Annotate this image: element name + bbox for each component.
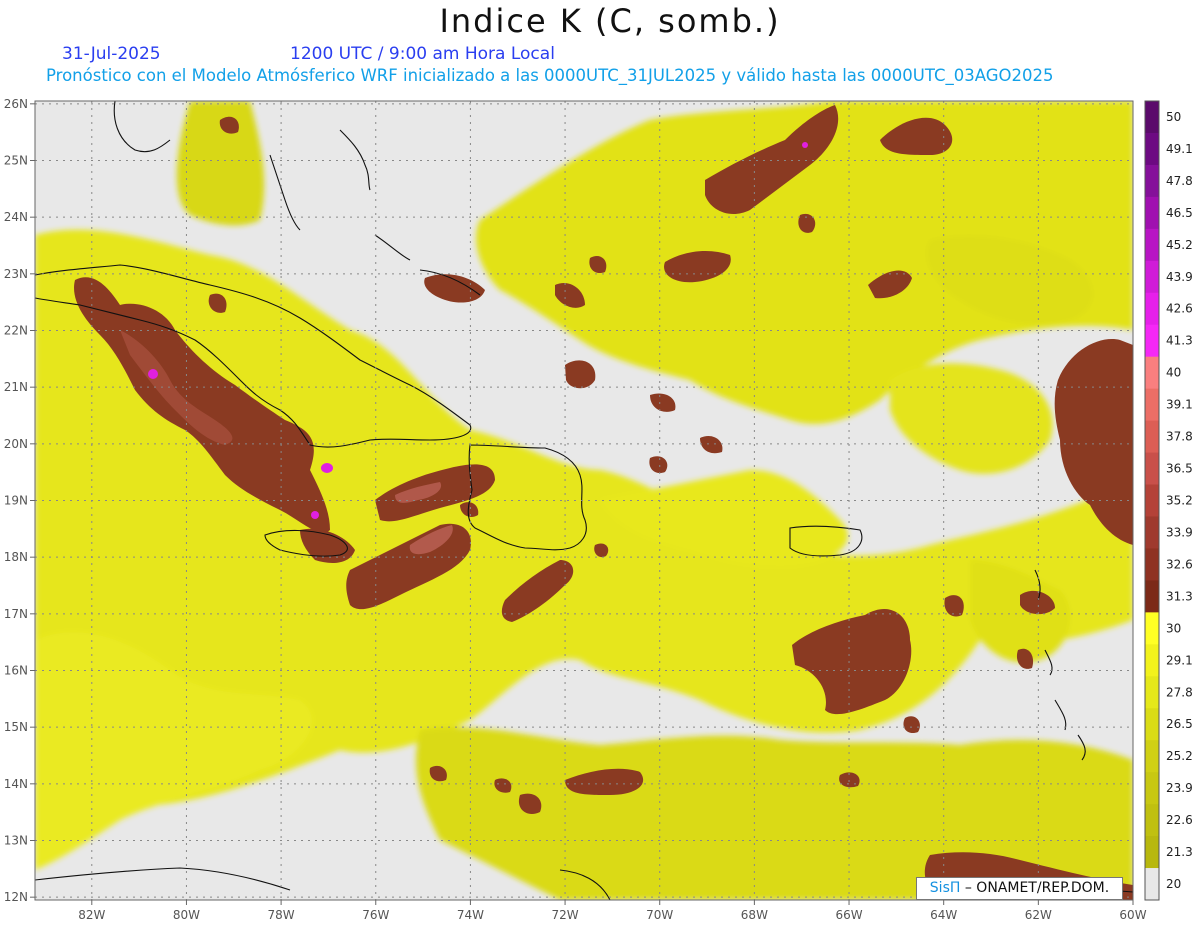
colorbar-label: 45.2	[1166, 238, 1193, 252]
colorbar-label: 33.9	[1166, 525, 1193, 539]
lat-label: 13N	[4, 834, 28, 848]
colorbar-label: 49.1	[1166, 142, 1193, 156]
lon-label: 60W	[1119, 908, 1146, 922]
colorbar-swatch	[1145, 484, 1159, 517]
colorbar-swatch	[1145, 164, 1159, 198]
lat-label: 18N	[4, 550, 28, 564]
colorbar-label: 40	[1166, 366, 1181, 380]
lat-label: 14N	[4, 777, 28, 791]
colorbar-label: 21.3	[1166, 845, 1193, 859]
colorbar-label: 22.6	[1166, 813, 1193, 827]
credit-brand: SisΠ	[929, 880, 961, 896]
lon-label: 62W	[1025, 908, 1052, 922]
colorbar-label: 50	[1166, 110, 1181, 124]
colorbar-swatch	[1145, 644, 1159, 677]
colorbar-label: 31.3	[1166, 589, 1193, 603]
colorbar-swatch	[1145, 804, 1159, 837]
colorbar-swatch	[1145, 101, 1159, 134]
credit-box: SisΠ – ONAMET/REP.DOM.	[916, 877, 1123, 900]
lat-label: 21N	[4, 380, 28, 394]
k-max-spot-2	[321, 463, 333, 473]
colorbar-swatch	[1145, 420, 1159, 454]
colorbar-label: 39.1	[1166, 398, 1193, 412]
lon-label: 82W	[78, 908, 105, 922]
colorbar-label: 46.5	[1166, 206, 1193, 220]
colorbar-swatch	[1145, 292, 1159, 326]
colorbar-label: 43.9	[1166, 270, 1193, 284]
colorbar-label: 27.8	[1166, 685, 1193, 699]
colorbar-label: 47.8	[1166, 174, 1193, 188]
map-figure: 26N 25N 24N 23N 22N 21N 20N 19N 18N 17N 16N 15N 14N 1…	[4, 97, 1193, 922]
lat-label: 22N	[4, 324, 28, 338]
colorbar-swatch	[1145, 868, 1159, 901]
colorbar-swatch	[1145, 772, 1159, 805]
lon-label: 74W	[457, 908, 484, 922]
colorbar-swatch	[1145, 228, 1159, 262]
colorbar: 50 49.1 47.8 46.5 45.2 43.9 42.6 41.3 40 39.1 37.8…	[1144, 100, 1193, 901]
k-max-spot-4	[802, 142, 808, 148]
colorbar-label: 32.6	[1166, 557, 1193, 571]
colorbar-swatch	[1145, 676, 1159, 709]
colorbar-label: 25.2	[1166, 749, 1193, 763]
colorbar-swatch	[1145, 548, 1159, 581]
lat-label: 16N	[4, 664, 28, 678]
colorbar-label: 20	[1166, 877, 1181, 891]
lon-label: 72W	[551, 908, 578, 922]
colorbar-label: 30	[1166, 621, 1181, 635]
colorbar-swatch	[1145, 516, 1159, 549]
colorbar-label: 35.2	[1166, 494, 1193, 508]
lat-label: 19N	[4, 494, 28, 508]
lat-label: 12N	[4, 890, 28, 904]
colorbar-label: 29.1	[1166, 653, 1193, 667]
lon-label: 66W	[835, 908, 862, 922]
colorbar-label: 42.6	[1166, 302, 1193, 316]
colorbar-swatch	[1145, 708, 1159, 741]
colorbar-swatch	[1145, 260, 1159, 294]
colorbar-swatch	[1145, 836, 1159, 869]
lat-label: 24N	[4, 210, 28, 224]
colorbar-swatch	[1145, 356, 1159, 390]
map-panel	[35, 101, 1133, 900]
colorbar-swatch	[1145, 580, 1159, 613]
credit-text: – ONAMET/REP.DOM.	[960, 880, 1110, 896]
colorbar-swatch	[1145, 132, 1159, 166]
colorbar-swatch	[1145, 388, 1159, 422]
colorbar-swatch	[1145, 452, 1159, 486]
lon-label: 80W	[173, 908, 200, 922]
lon-label: 76W	[362, 908, 389, 922]
lat-label: 23N	[4, 267, 28, 281]
lat-label: 20N	[4, 437, 28, 451]
colorbar-swatch	[1145, 740, 1159, 773]
lat-label: 25N	[4, 154, 28, 168]
colorbar-swatch	[1145, 612, 1159, 645]
k-max-spot-3	[311, 511, 319, 519]
colorbar-label: 41.3	[1166, 334, 1193, 348]
longitude-labels: 82W 80W 78W 76W 74W 72W 70W 68W 66W 64W 62W 60W	[78, 900, 1147, 922]
colorbar-label: 36.5	[1166, 462, 1193, 476]
lat-label: 17N	[4, 607, 28, 621]
latitude-labels: 26N 25N 24N 23N 22N 21N 20N 19N 18N 17N 16N 15N 14N 1…	[4, 97, 35, 904]
lon-label: 64W	[930, 908, 957, 922]
colorbar-swatch	[1145, 324, 1159, 358]
colorbar-swatch	[1145, 196, 1159, 230]
colorbar-label: 37.8	[1166, 430, 1193, 444]
lon-label: 68W	[741, 908, 768, 922]
lon-label: 78W	[268, 908, 295, 922]
k-max-spot-1	[148, 369, 158, 379]
lat-label: 15N	[4, 720, 28, 734]
colorbar-label: 23.9	[1166, 781, 1193, 795]
lon-label: 70W	[646, 908, 673, 922]
lat-label: 26N	[4, 97, 28, 111]
colorbar-label: 26.5	[1166, 717, 1193, 731]
